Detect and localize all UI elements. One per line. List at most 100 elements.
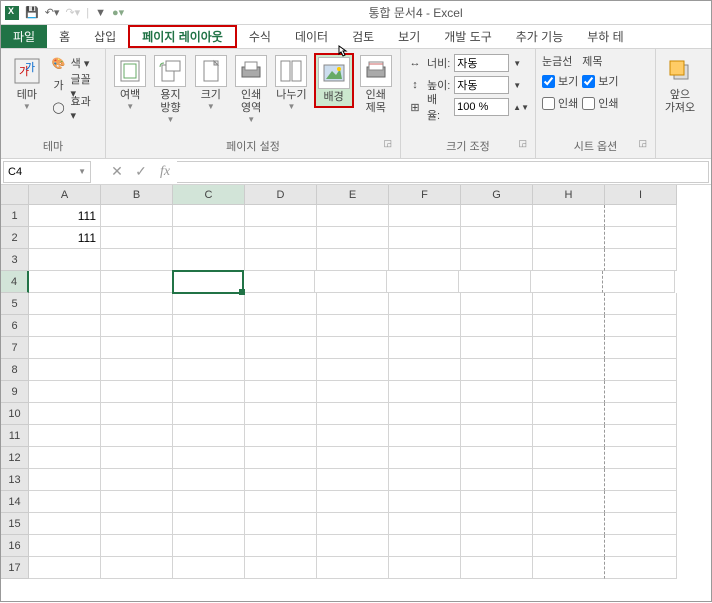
cell[interactable]: [605, 381, 677, 403]
select-all-corner[interactable]: [1, 185, 29, 205]
cell[interactable]: [173, 425, 245, 447]
scale-input[interactable]: [454, 98, 509, 116]
cell[interactable]: [533, 381, 605, 403]
cell[interactable]: [245, 381, 317, 403]
dialog-launcher-icon[interactable]: ◲: [383, 138, 392, 149]
cell[interactable]: [317, 469, 389, 491]
row-header[interactable]: 8: [1, 359, 29, 381]
cell[interactable]: [389, 469, 461, 491]
cell[interactable]: [245, 337, 317, 359]
cell[interactable]: [173, 249, 245, 271]
cell[interactable]: [101, 425, 173, 447]
column-header[interactable]: I: [605, 185, 677, 205]
row-header[interactable]: 9: [1, 381, 29, 403]
cell[interactable]: [29, 491, 101, 513]
row-header[interactable]: 6: [1, 315, 29, 337]
cell[interactable]: [389, 315, 461, 337]
cell[interactable]: [245, 535, 317, 557]
redo-icon[interactable]: ↷▾: [65, 6, 80, 19]
macro-icon[interactable]: ●▾: [112, 6, 124, 19]
column-header[interactable]: H: [533, 185, 605, 205]
cell[interactable]: [173, 469, 245, 491]
cell[interactable]: [317, 337, 389, 359]
cell[interactable]: [317, 447, 389, 469]
cell[interactable]: [461, 469, 533, 491]
cell[interactable]: [317, 249, 389, 271]
cell[interactable]: [317, 205, 389, 227]
cell[interactable]: [461, 403, 533, 425]
dialog-launcher-icon[interactable]: ◲: [638, 138, 647, 149]
cell[interactable]: [605, 205, 677, 227]
height-input[interactable]: [454, 76, 509, 94]
cell[interactable]: [173, 293, 245, 315]
cancel-formula-icon[interactable]: ✕: [105, 163, 129, 180]
cell[interactable]: [101, 535, 173, 557]
cell[interactable]: [245, 447, 317, 469]
bring-forward-button[interactable]: 앞으 가져오: [662, 53, 698, 117]
cell[interactable]: [533, 315, 605, 337]
cell[interactable]: [461, 491, 533, 513]
cell[interactable]: [603, 271, 675, 293]
cell[interactable]: [101, 359, 173, 381]
cell[interactable]: [317, 315, 389, 337]
cell[interactable]: [533, 359, 605, 381]
background-button[interactable]: 배경: [314, 53, 354, 108]
cell[interactable]: [173, 359, 245, 381]
cell[interactable]: [533, 403, 605, 425]
cell[interactable]: [245, 491, 317, 513]
cell[interactable]: [173, 447, 245, 469]
cell[interactable]: [461, 359, 533, 381]
cell[interactable]: [29, 271, 101, 293]
cell[interactable]: [533, 513, 605, 535]
cell[interactable]: [461, 447, 533, 469]
column-header[interactable]: A: [29, 185, 101, 205]
cell[interactable]: [605, 513, 677, 535]
cell[interactable]: [461, 205, 533, 227]
cell[interactable]: [317, 381, 389, 403]
column-header[interactable]: E: [317, 185, 389, 205]
cell[interactable]: [101, 271, 173, 293]
cell[interactable]: [389, 359, 461, 381]
cell[interactable]: [29, 249, 101, 271]
cell[interactable]: [605, 249, 677, 271]
cell[interactable]: [605, 557, 677, 579]
cell[interactable]: [605, 491, 677, 513]
cell[interactable]: [101, 403, 173, 425]
row-header[interactable]: 12: [1, 447, 29, 469]
cell[interactable]: [317, 227, 389, 249]
cell[interactable]: [389, 447, 461, 469]
cell[interactable]: [29, 381, 101, 403]
cell[interactable]: [389, 535, 461, 557]
cell[interactable]: [101, 337, 173, 359]
print-titles-button[interactable]: 인쇄 제목: [358, 53, 394, 117]
cell[interactable]: [317, 293, 389, 315]
cell[interactable]: [29, 513, 101, 535]
row-header[interactable]: 1: [1, 205, 29, 227]
cell[interactable]: [101, 557, 173, 579]
print-area-button[interactable]: 인쇄 영역▼: [233, 53, 269, 126]
cell[interactable]: [245, 315, 317, 337]
row-header[interactable]: 14: [1, 491, 29, 513]
cell[interactable]: [173, 513, 245, 535]
row-header[interactable]: 10: [1, 403, 29, 425]
cell[interactable]: [461, 337, 533, 359]
headings-print-check[interactable]: 인쇄: [582, 93, 618, 113]
cell[interactable]: [173, 227, 245, 249]
tab-page-layout[interactable]: 페이지 레이아웃: [128, 25, 237, 48]
cell[interactable]: [317, 491, 389, 513]
row-header[interactable]: 4: [1, 271, 29, 293]
cell[interactable]: [605, 425, 677, 447]
cell[interactable]: [461, 249, 533, 271]
row-header[interactable]: 3: [1, 249, 29, 271]
cell[interactable]: [29, 535, 101, 557]
cell[interactable]: [317, 425, 389, 447]
cell[interactable]: [605, 293, 677, 315]
cell[interactable]: [245, 513, 317, 535]
cell[interactable]: [245, 227, 317, 249]
cell[interactable]: [605, 403, 677, 425]
gridlines-view-check[interactable]: 보기: [542, 71, 578, 91]
tab-addins[interactable]: 추가 기능: [504, 25, 576, 48]
column-header[interactable]: D: [245, 185, 317, 205]
cell[interactable]: [533, 425, 605, 447]
row-header[interactable]: 13: [1, 469, 29, 491]
